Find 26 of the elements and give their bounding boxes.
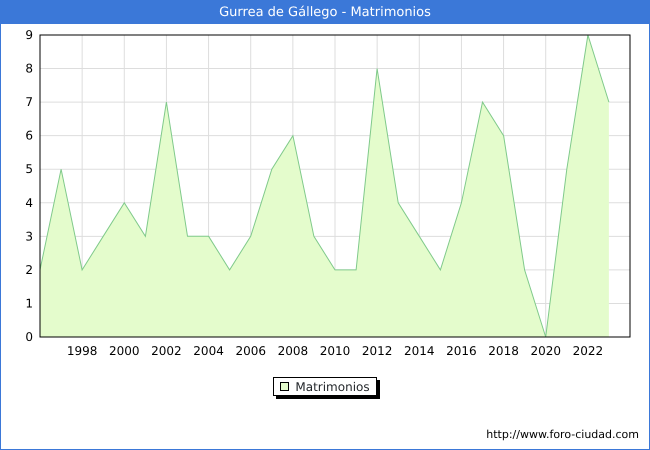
x-tick-label: 2000 — [109, 344, 140, 358]
y-tick-label: 1 — [25, 296, 33, 310]
x-tick-label: 2014 — [404, 344, 435, 358]
y-tick-label: 2 — [25, 262, 33, 277]
x-tick-label: 2004 — [193, 344, 224, 358]
chart-title: Gurrea de Gállego - Matrimonios — [219, 5, 431, 20]
x-tick-label: 2010 — [320, 344, 350, 358]
x-tick-label: 2012 — [362, 344, 392, 358]
x-tick-label: 2020 — [530, 344, 561, 358]
x-tick-label: 2008 — [278, 344, 308, 358]
x-tick-label: 1998 — [66, 344, 98, 358]
x-tick-label: 2022 — [572, 344, 604, 358]
y-tick-label: 3 — [25, 229, 33, 244]
source-url: http://www.foro-ciudad.com — [486, 426, 639, 442]
y-tick-label: 5 — [25, 162, 33, 176]
y-tick-label: 9 — [25, 28, 33, 42]
x-tick-label: 2002 — [151, 344, 182, 358]
x-tick-label: 2016 — [446, 344, 477, 358]
legend-label: Matrimonios — [295, 378, 370, 396]
x-tick-label: 2006 — [235, 344, 266, 358]
y-tick-label: 4 — [25, 196, 33, 210]
y-tick-label: 0 — [25, 330, 33, 344]
y-tick-label: 8 — [25, 62, 33, 76]
y-tick-label: 6 — [25, 128, 33, 143]
x-tick-label: 2018 — [488, 344, 519, 358]
y-tick-label: 7 — [25, 95, 33, 110]
